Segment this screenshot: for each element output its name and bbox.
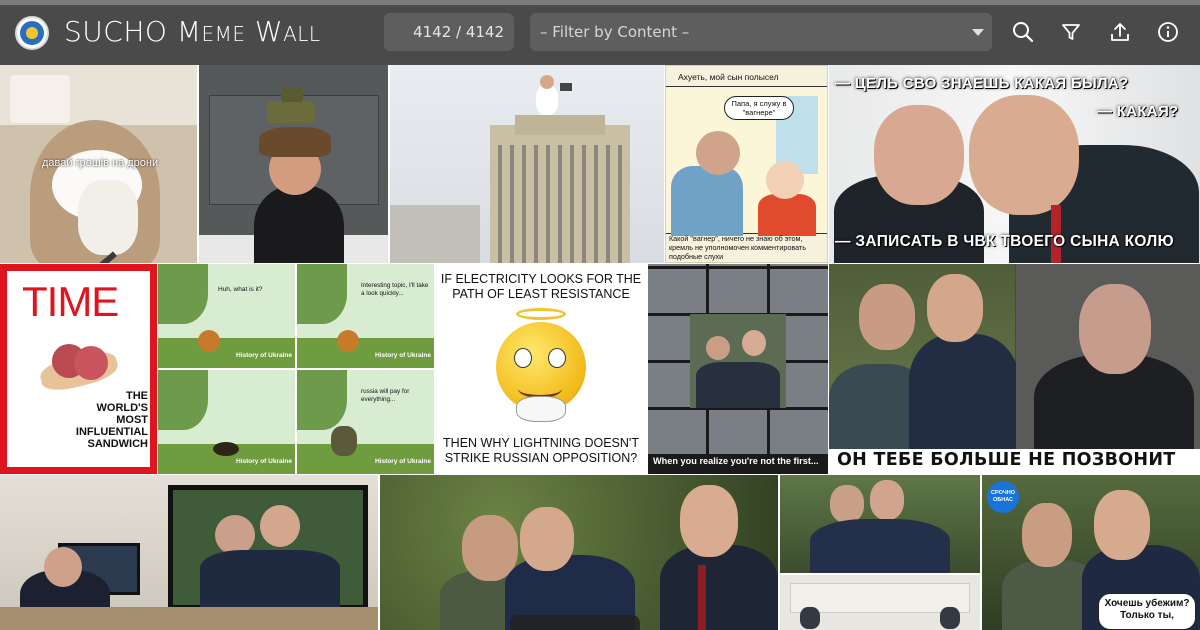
meme-tile-ministry-hammer[interactable] xyxy=(390,65,664,263)
meme-tile-pooh-history[interactable]: Huh, what is it? History of Ukraine Inte… xyxy=(158,264,434,474)
meme-tile-hug-small[interactable] xyxy=(780,475,980,630)
peskov-figure xyxy=(671,166,743,236)
man-with-hammer xyxy=(536,85,558,115)
son-figure xyxy=(758,194,816,236)
video-controls-bar[interactable] xyxy=(510,615,640,630)
man-coat xyxy=(254,185,344,263)
fur-hat xyxy=(259,127,331,157)
filter-placeholder: – Filter by Content – xyxy=(540,23,690,41)
meme-tile-putin-tv[interactable] xyxy=(0,475,378,630)
meme-tile-call[interactable]: ОН ТЕБЕ БОЛЬШЕ НЕ ПОЗВОНИТ xyxy=(829,264,1200,474)
comic-bottom-text: Какой "вагнер", ничего не знаю об этом, … xyxy=(669,234,806,261)
macron-suit xyxy=(909,334,1019,449)
cat-caption: давай грошів на дрони xyxy=(42,157,159,169)
app-title: SUCHO Meme Wall xyxy=(64,15,321,48)
comic-speech-bubble: Папа, я служу в "вагнере" xyxy=(724,96,794,120)
meme-tile-hug-yermak[interactable] xyxy=(380,475,778,630)
news-speech-bubble: Хочешь убежим? Только ты, xyxy=(1098,593,1196,630)
caption-line-2: — КАКАЯ? xyxy=(1097,103,1179,120)
pooh-panel-3: History of Ukraine xyxy=(158,370,295,474)
electricity-bottom-text: THEN WHY LIGHTNING DOESN'T STRIKE RUSSIA… xyxy=(443,436,639,465)
hammer xyxy=(560,83,572,91)
yermak-suit xyxy=(660,545,778,630)
caption-line-1: — ЦЕЛЬ СВО ЗНАЕШЬ КАКАЯ БЫЛА? xyxy=(835,75,1129,92)
meme-tile-collage[interactable]: When you realize you're not the first... xyxy=(648,264,828,474)
comic-top-text: Ахуеть, мой сын полысел xyxy=(678,72,779,82)
top-bar: SUCHO Meme Wall 4142 / 4142 – Filter by … xyxy=(0,0,1200,65)
search-icon[interactable] xyxy=(1010,17,1036,47)
call-caption: ОН ТЕБЕ БОЛЬШЕ НЕ ПОЗВОНИТ xyxy=(837,450,1176,470)
collage-caption: When you realize you're not the first... xyxy=(653,456,819,466)
meme-tile-cat-knife[interactable]: давай грошів на дрони xyxy=(0,65,197,263)
putin-head xyxy=(874,105,964,205)
chevron-down-icon xyxy=(972,29,984,36)
logo-emblem xyxy=(20,21,44,45)
meme-tile-wagner-comic[interactable]: Ахуеть, мой сын полысел Папа, я служу в … xyxy=(665,65,828,263)
meme-tile-news-bubble[interactable]: СРОЧНО ОБНАС Хочешь убежим? Только ты, xyxy=(982,475,1200,630)
desk xyxy=(0,607,378,630)
meme-tile-time-sandwich[interactable]: TIME THE WORLD'S MOST INFLUENTIAL SANDWI… xyxy=(0,264,157,474)
halo xyxy=(516,308,566,320)
meme-tile-tank-hat[interactable] xyxy=(199,65,388,263)
pooh-panel-4: russia will pay for everything... Histor… xyxy=(297,370,434,474)
sucho-logo[interactable] xyxy=(15,16,49,50)
peskov-head xyxy=(969,95,1079,215)
pooh-panel-1: Huh, what is it? History of Ukraine xyxy=(158,264,295,368)
meme-counter[interactable]: 4142 / 4142 xyxy=(384,13,514,51)
time-cover-words: THE WORLD'S MOST INFLUENTIAL SANDWICH xyxy=(75,390,148,450)
meme-tile-putin-peskov[interactable]: — ЦЕЛЬ СВО ЗНАЕШЬ КАКАЯ БЫЛА? — КАКАЯ? —… xyxy=(829,65,1200,263)
time-logo: TIME xyxy=(22,278,119,325)
tank xyxy=(267,101,315,123)
pooh-panel-2: Interesting topic, I'll take a look quic… xyxy=(297,264,434,368)
filter-icon[interactable] xyxy=(1058,17,1084,47)
upload-icon[interactable] xyxy=(1107,17,1133,47)
meme-tile-electricity[interactable]: IF ELECTRICITY LOOKS FOR THE PATH OF LEA… xyxy=(436,264,646,474)
news-badge: СРОЧНО ОБНАС xyxy=(987,481,1019,513)
info-icon[interactable] xyxy=(1155,17,1181,47)
electricity-top-text: IF ELECTRICITY LOOKS FOR THE PATH OF LEA… xyxy=(440,272,642,301)
content-filter-select[interactable]: – Filter by Content – xyxy=(530,13,992,51)
caption-line-3: — ЗАПИСАТЬ В ЧВК ТВОЕГО СЫНА КОЛЮ xyxy=(835,233,1174,250)
